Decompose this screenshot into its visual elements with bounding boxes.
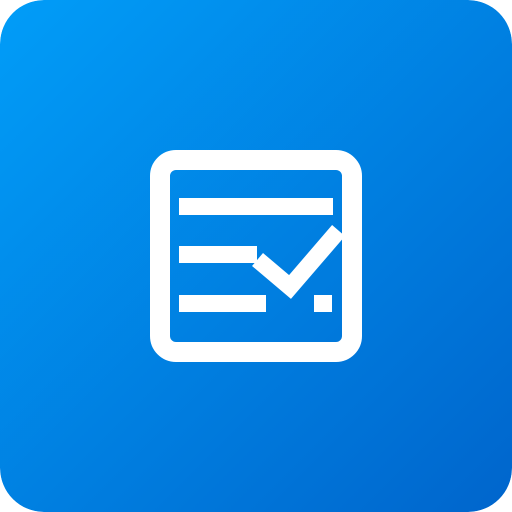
checklist-form-icon xyxy=(0,0,512,512)
app-icon-tile[interactable] xyxy=(0,0,512,512)
small-square xyxy=(314,295,332,312)
text-line-3 xyxy=(179,295,266,312)
text-line-1 xyxy=(179,198,333,215)
text-line-2 xyxy=(179,246,257,263)
